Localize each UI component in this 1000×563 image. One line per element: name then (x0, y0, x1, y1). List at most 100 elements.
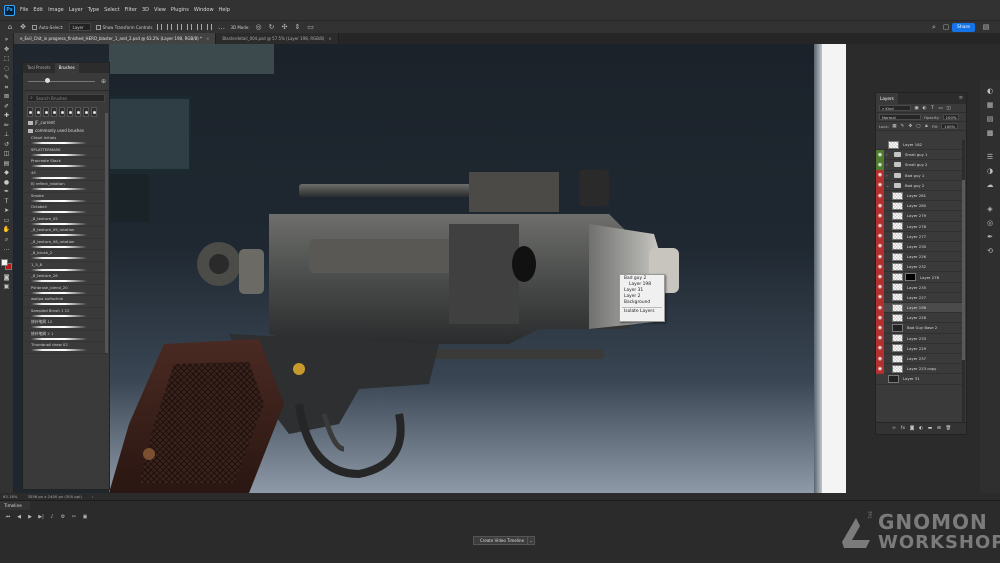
visibility-eye-icon[interactable]: ◉ (876, 251, 884, 262)
layer-row[interactable]: ◉ Layer 278 (876, 221, 962, 232)
layer-row[interactable]: ◉ Layer 235 (876, 282, 962, 293)
brush-item[interactable]: 45 (23, 170, 109, 181)
visibility-eye-icon[interactable]: ◉ (876, 180, 884, 191)
chevron-right-icon[interactable]: › (92, 494, 94, 499)
history-panel-icon[interactable]: ⟲ (985, 246, 995, 256)
layer-mask-thumbnail[interactable] (905, 273, 916, 282)
layer-row[interactable]: ◉ Layer 279 (876, 210, 962, 222)
home-icon[interactable]: ⌂ (6, 23, 14, 31)
paths-panel-icon[interactable]: ✒ (985, 232, 995, 242)
new-layer-icon[interactable]: ⊞ (937, 426, 942, 431)
visibility-eye-icon[interactable]: ◉ (876, 261, 884, 272)
brush-folder[interactable]: commonly used brushes (23, 127, 109, 135)
chevron-right-icon[interactable]: › (886, 173, 890, 178)
tab-tool-presets[interactable]: Tool Presets (23, 63, 55, 73)
brush-item[interactable]: _8_texture_26 (23, 273, 109, 285)
layer-row[interactable]: ◉ Bad Guy Base 2 (876, 322, 962, 334)
visibility-eye-icon[interactable]: ◉ (876, 322, 884, 334)
zoom-level[interactable]: 63.18% (3, 494, 17, 499)
split-icon[interactable]: ✂ (71, 514, 77, 520)
layer-row[interactable]: Layer 31 (876, 374, 962, 385)
tab-evil-chit[interactable]: e_Evil_Chit_in progress_finished_HERO_bl… (14, 33, 217, 44)
layer-kind-filter[interactable]: ⌕ Kind (879, 104, 911, 112)
type-tool-icon[interactable]: T (2, 198, 11, 207)
fill-field[interactable]: 100% (941, 122, 959, 130)
brush-tip[interactable] (27, 107, 33, 117)
menu-3d[interactable]: 3D (142, 7, 149, 13)
menu-plugins[interactable]: Plugins (171, 7, 189, 13)
visibility-eye-icon[interactable]: ◉ (876, 282, 884, 293)
opacity-field[interactable]: 100% (942, 113, 960, 121)
lasso-tool-icon[interactable]: ◌ (2, 65, 11, 74)
settings-icon[interactable]: ⚙ (60, 514, 66, 520)
align-bottom-icon[interactable] (207, 24, 213, 30)
chevron-right-icon[interactable]: › (886, 152, 890, 157)
tab-layers[interactable]: Layers (876, 93, 898, 104)
layer-row[interactable]: ◉ Layer 237 (876, 353, 962, 365)
path-select-icon[interactable]: ➤ (2, 207, 11, 216)
brush-tip[interactable] (59, 107, 65, 117)
layer-row[interactable]: ◉ Layer 229 (876, 343, 962, 354)
layer-row[interactable]: ◉ › Small guy 1 (876, 149, 962, 161)
visibility-eye-icon[interactable]: ◉ (876, 363, 884, 374)
add-mask-icon[interactable]: ◙ (910, 426, 915, 431)
share-button[interactable]: Share (952, 23, 975, 32)
brush-item[interactable]: Octoball (23, 204, 109, 216)
auto-select-checkbox[interactable] (32, 24, 37, 30)
properties-panel-icon[interactable]: ☰ (985, 152, 995, 162)
layer-row[interactable]: ◉ › Bad guy 1 (876, 170, 962, 181)
brush-item[interactable]: 修补笔刷 12 (23, 319, 109, 331)
visibility-eye-icon[interactable]: ◉ (876, 231, 884, 242)
visibility-eye-icon[interactable]: ◉ (876, 200, 884, 211)
dodge-tool-icon[interactable]: ● (2, 179, 11, 188)
zoom-tool-icon[interactable]: ⌕ (2, 236, 11, 245)
collapse-toolbar-icon[interactable]: » (2, 36, 11, 45)
brush-item[interactable]: _8_texture_05 (23, 216, 109, 227)
layer-row[interactable]: ◉ ⌄ Bad guy 2 (876, 180, 962, 191)
menu-file[interactable]: File (20, 7, 28, 13)
create-video-timeline-button[interactable]: Create Video Timeline (473, 536, 532, 545)
move-tool-icon[interactable]: ✥ (2, 46, 11, 55)
brush-tip[interactable] (75, 107, 81, 117)
menu-help[interactable]: Help (219, 7, 230, 13)
lock-artboard-icon[interactable]: ▢ (916, 124, 921, 129)
visibility-eye-icon[interactable]: ◉ (876, 343, 884, 354)
menu-type[interactable]: Type (88, 7, 99, 13)
align-middle-icon[interactable] (197, 24, 203, 30)
go-to-first-frame-icon[interactable]: ⏮ (5, 514, 11, 520)
patterns-panel-icon[interactable]: ▩ (985, 128, 995, 138)
photoshop-logo[interactable]: Ps (4, 4, 15, 16)
transition-icon[interactable]: ▣ (82, 514, 88, 520)
menu-image[interactable]: Image (48, 7, 64, 13)
visibility-eye-icon[interactable]: ◉ (876, 149, 884, 160)
audio-icon[interactable]: ♪ (49, 514, 55, 520)
align-right-icon[interactable] (177, 24, 183, 30)
layer-row[interactable]: ◉ Layer 223 copy (876, 363, 962, 375)
pen-tool-icon[interactable]: ✒ (2, 188, 11, 197)
tab-blasterdetail[interactable]: Blasterdetail_004.psd @ 57.5% (Layer 198… (216, 33, 339, 44)
new-group-icon[interactable]: ▬ (928, 426, 933, 431)
filter-smart-object-icon[interactable]: ◫ (946, 106, 951, 111)
brush-search-input[interactable]: ⌕ Search Brushes (27, 94, 105, 102)
visibility-eye-icon[interactable] (876, 374, 884, 384)
workspace-switcher-icon[interactable]: ▤ (982, 23, 990, 31)
align-top-icon[interactable] (187, 24, 193, 30)
layer-row[interactable]: ◉ Layer 278 (876, 271, 962, 283)
visibility-eye-icon[interactable]: ◉ (876, 353, 884, 364)
clone-stamp-icon[interactable]: ⊥ (2, 131, 11, 140)
panel-menu-icon[interactable]: ≡ (959, 95, 963, 101)
visibility-eye-icon[interactable]: ◉ (876, 170, 884, 181)
brush-item[interactable]: 修补笔刷 2 1 (23, 331, 109, 342)
layer-row[interactable]: ◉ Layer 230 (876, 241, 962, 253)
brush-item[interactable]: Smoke (23, 193, 109, 204)
layer-row[interactable]: ◉ Layer 277 (876, 231, 962, 242)
brush-item[interactable]: wallpa auftschnk (23, 296, 109, 308)
3d-pan-icon[interactable]: ✣ (281, 23, 289, 31)
layer-style-icon[interactable]: fx (901, 426, 906, 431)
brush-tip[interactable] (67, 107, 73, 117)
brush-tip[interactable] (35, 107, 41, 117)
visibility-eye-icon[interactable]: ◉ (876, 210, 884, 221)
tab-brushes[interactable]: Brushes (54, 63, 79, 73)
brush-item[interactable]: _8_brush_2 (23, 250, 109, 262)
align-center-icon[interactable] (167, 24, 173, 30)
